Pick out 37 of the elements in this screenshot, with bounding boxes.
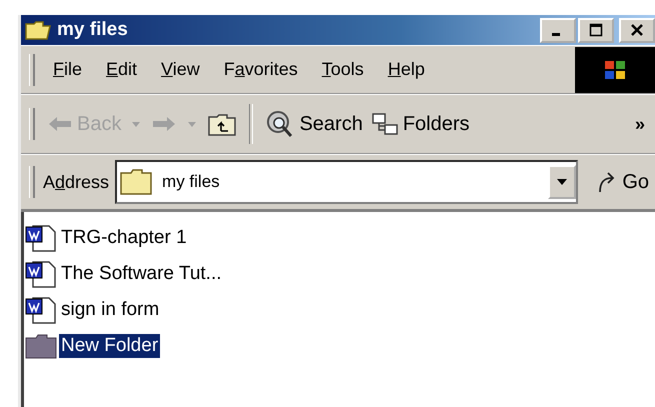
caret-icon	[556, 178, 568, 186]
folder-icon	[25, 20, 51, 40]
file-name[interactable]: sign in form	[59, 298, 162, 322]
folders-icon	[370, 112, 399, 136]
folders-button[interactable]: Folders	[366, 110, 474, 138]
dropdown-button[interactable]	[548, 165, 576, 199]
forward-arrow-icon	[151, 115, 178, 133]
go-button[interactable]: Go	[590, 169, 655, 195]
minimize-icon	[552, 32, 560, 36]
minimize-button[interactable]	[540, 18, 576, 42]
more-button[interactable]: »	[624, 114, 655, 134]
toolbar-grip[interactable]	[29, 54, 35, 86]
menu-item[interactable]: File	[53, 59, 82, 80]
file-name[interactable]: New Folder	[59, 334, 160, 358]
menu-item[interactable]: View	[161, 59, 200, 80]
maximize-icon	[589, 23, 603, 37]
address-label: Address	[43, 172, 110, 192]
address-field[interactable]: my files	[115, 160, 578, 204]
document-icon	[25, 224, 57, 252]
menu-item[interactable]: Favorites	[224, 59, 298, 80]
close-icon	[630, 23, 644, 37]
file-name[interactable]: TRG-chapter 1	[59, 226, 189, 250]
close-button[interactable]	[619, 18, 655, 42]
toolbar-grip[interactable]	[29, 166, 35, 198]
folder-icon	[120, 169, 152, 195]
search-button[interactable]: Search	[261, 108, 367, 140]
toolbar-grip[interactable]	[29, 108, 35, 140]
document-icon	[25, 260, 57, 288]
window-title: my files	[57, 19, 128, 41]
document-icon	[25, 296, 57, 324]
menu-item[interactable]: Tools	[322, 59, 364, 80]
menu-item[interactable]: Help	[388, 59, 425, 80]
file-name[interactable]: The Software Tut...	[59, 262, 224, 286]
back-arrow-icon	[47, 115, 73, 133]
menu-item[interactable]: Edit	[106, 59, 138, 80]
folder-icon	[25, 332, 57, 360]
maximize-button[interactable]	[578, 18, 614, 42]
